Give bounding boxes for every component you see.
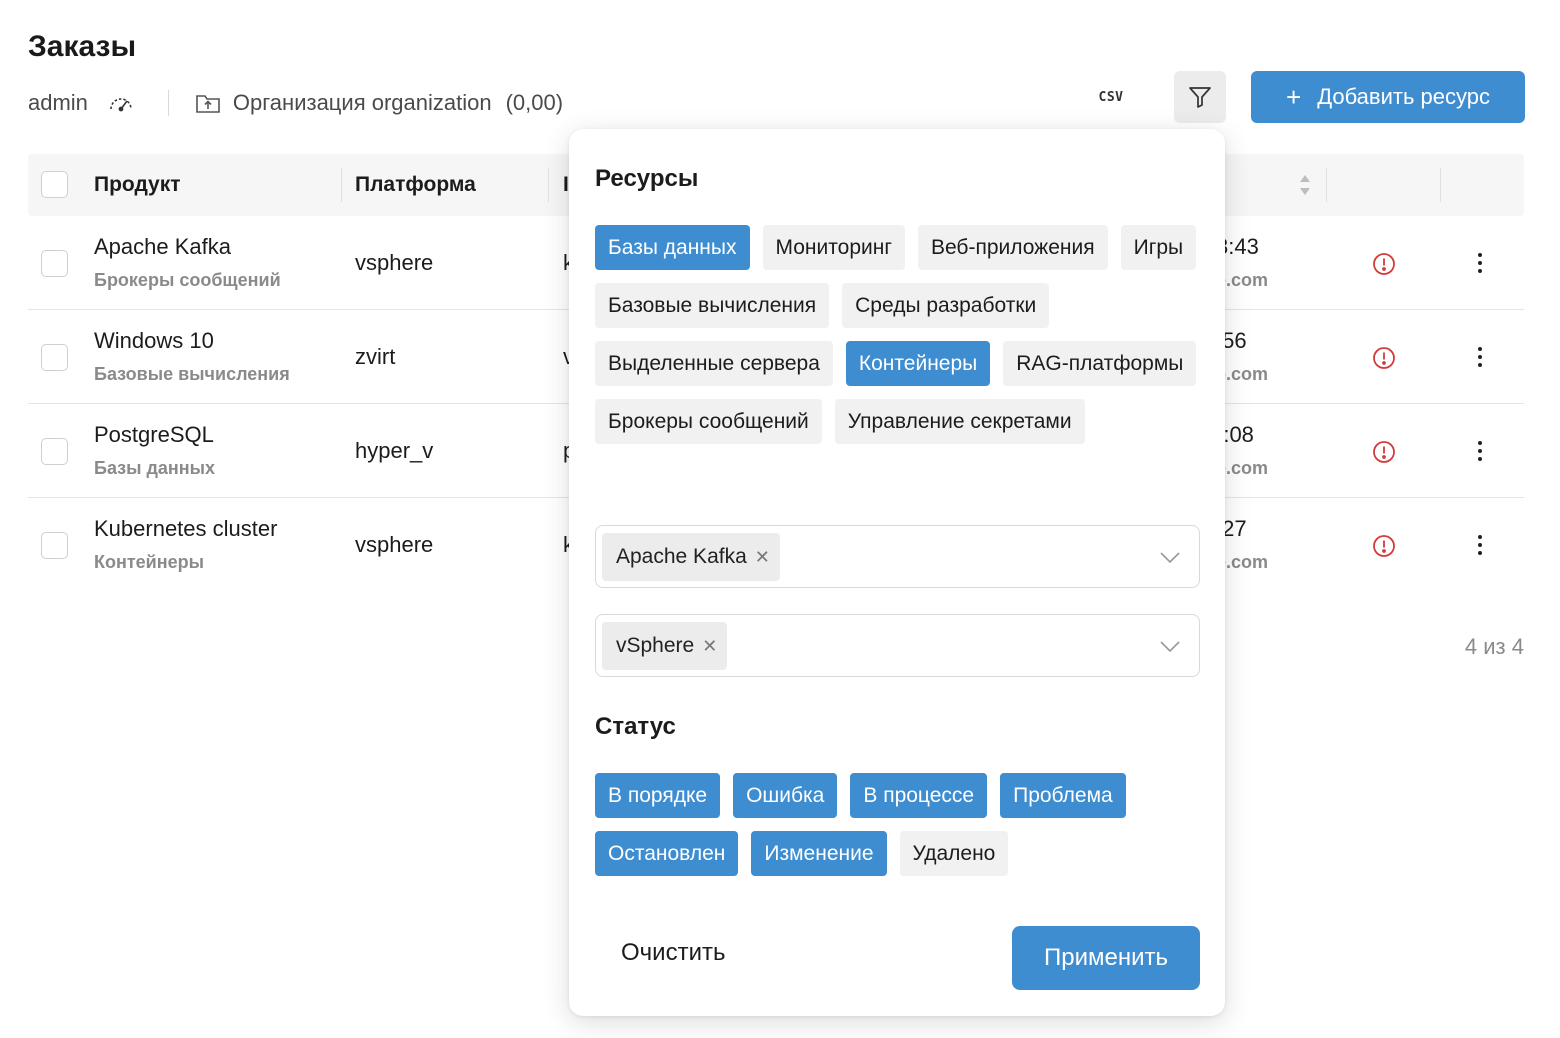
- row-menu-icon[interactable]: [1468, 250, 1492, 276]
- filter-popup: Ресурсы Базы данных Мониторинг Веб-приложе…: [569, 129, 1225, 1016]
- page-title: Заказы: [28, 30, 137, 63]
- row-menu-icon[interactable]: [1468, 438, 1492, 464]
- pagination-count: 4 из 4: [1464, 634, 1524, 659]
- filter-chip[interactable]: Управление секретами: [834, 399, 1085, 444]
- status-chips: В порядке Ошибка В процессе Проблема Останов…: [595, 773, 1185, 876]
- product-name[interactable]: Kubernetes cluster: [94, 516, 277, 542]
- chevron-down-icon[interactable]: [1159, 635, 1181, 657]
- header-partial[interactable]: I: [563, 154, 569, 216]
- platform-cell: vsphere: [355, 532, 434, 557]
- context-bar: admin Организация organization (0,00): [28, 86, 563, 120]
- column-divider: [548, 168, 549, 202]
- sort-icon[interactable]: [1298, 172, 1312, 198]
- product-name[interactable]: PostgreSQL: [94, 422, 214, 448]
- chevron-down-icon[interactable]: [1159, 546, 1181, 568]
- filter-chip[interactable]: Брокеры сообщений: [595, 399, 822, 444]
- filter-chip[interactable]: В порядке: [595, 773, 721, 818]
- filter-chip[interactable]: Игры: [1120, 225, 1197, 270]
- filter-chip[interactable]: Выделенные сервера: [595, 341, 833, 386]
- folder-upload-icon: [195, 91, 221, 115]
- organization-label[interactable]: Организация organization: [233, 90, 492, 116]
- platform-cell: vsphere: [355, 250, 434, 275]
- filter-chip[interactable]: Мониторинг: [762, 225, 905, 270]
- column-divider: [1440, 168, 1441, 202]
- row-menu-icon[interactable]: [1468, 344, 1492, 370]
- plus-icon: +: [1286, 82, 1302, 112]
- row-checkbox[interactable]: [41, 250, 68, 277]
- filter-icon: [1189, 87, 1211, 108]
- resource-chips: Базы данных Мониторинг Веб-приложения Игры Б…: [595, 225, 1205, 444]
- header-platform[interactable]: Платформа: [355, 154, 476, 216]
- error-status-icon[interactable]: [1372, 440, 1396, 464]
- filter-chip[interactable]: Проблема: [1000, 773, 1126, 818]
- row-checkbox[interactable]: [41, 438, 68, 465]
- platform-cell: hyper_v: [355, 438, 434, 463]
- filter-chip[interactable]: Базовые вычисления: [595, 283, 830, 328]
- filter-chip[interactable]: RAG-платформы: [1003, 341, 1197, 386]
- filter-chip[interactable]: Контейнеры: [845, 341, 991, 386]
- filter-button[interactable]: [1174, 71, 1226, 123]
- speedometer-icon[interactable]: [108, 93, 134, 113]
- filter-chip[interactable]: Ошибка: [733, 773, 838, 818]
- column-divider: [341, 168, 342, 202]
- error-status-icon[interactable]: [1372, 252, 1396, 276]
- remove-tag-icon[interactable]: ✕: [702, 637, 717, 655]
- user-name: admin: [28, 90, 88, 115]
- product-name[interactable]: Apache Kafka: [94, 234, 231, 260]
- organization-balance: (0,00): [505, 90, 564, 115]
- apply-button[interactable]: Применить: [1012, 926, 1200, 990]
- csv-export-button[interactable]: CSV: [1088, 82, 1134, 112]
- product-category: Базы данных: [94, 458, 216, 478]
- filter-chip[interactable]: Изменение: [751, 831, 887, 876]
- clear-button[interactable]: Очистить: [621, 939, 725, 967]
- error-status-icon[interactable]: [1372, 534, 1396, 558]
- product-category: Брокеры сообщений: [94, 270, 281, 290]
- filter-chip[interactable]: Удалено: [899, 831, 1009, 876]
- selected-product-tag: Apache Kafka ✕: [602, 532, 780, 581]
- add-resource-label: Добавить ресурс: [1317, 84, 1490, 109]
- platform-cell: zvirt: [355, 344, 396, 369]
- row-checkbox[interactable]: [41, 532, 68, 559]
- filter-chip[interactable]: В процессе: [850, 773, 988, 818]
- product-category: Контейнеры: [94, 552, 204, 572]
- product-category: Базовые вычисления: [94, 364, 290, 384]
- filter-chip[interactable]: Веб-приложения: [917, 225, 1108, 270]
- column-divider: [1326, 168, 1327, 202]
- error-status-icon[interactable]: [1372, 346, 1396, 370]
- row-checkbox[interactable]: [41, 344, 68, 371]
- select-all-checkbox[interactable]: [41, 171, 68, 198]
- add-resource-button[interactable]: + Добавить ресурс: [1251, 71, 1525, 123]
- tag-label: vSphere: [616, 633, 695, 657]
- filter-chip[interactable]: Базы данных: [595, 225, 750, 270]
- product-name[interactable]: Windows 10: [94, 328, 214, 354]
- tag-label: Apache Kafka: [616, 544, 747, 568]
- platform-select[interactable]: vSphere ✕: [595, 614, 1200, 677]
- header-product[interactable]: Продукт: [94, 154, 181, 216]
- row-menu-icon[interactable]: [1468, 532, 1492, 558]
- filter-chip[interactable]: Остановлен: [595, 831, 739, 876]
- remove-tag-icon[interactable]: ✕: [755, 548, 770, 566]
- divider: [167, 90, 169, 116]
- selected-platform-tag: vSphere ✕: [602, 621, 728, 670]
- filter-chip[interactable]: Среды разработки: [842, 283, 1050, 328]
- product-select[interactable]: Apache Kafka ✕: [595, 525, 1200, 588]
- resources-title: Ресурсы: [595, 165, 699, 192]
- status-title: Статус: [595, 713, 676, 740]
